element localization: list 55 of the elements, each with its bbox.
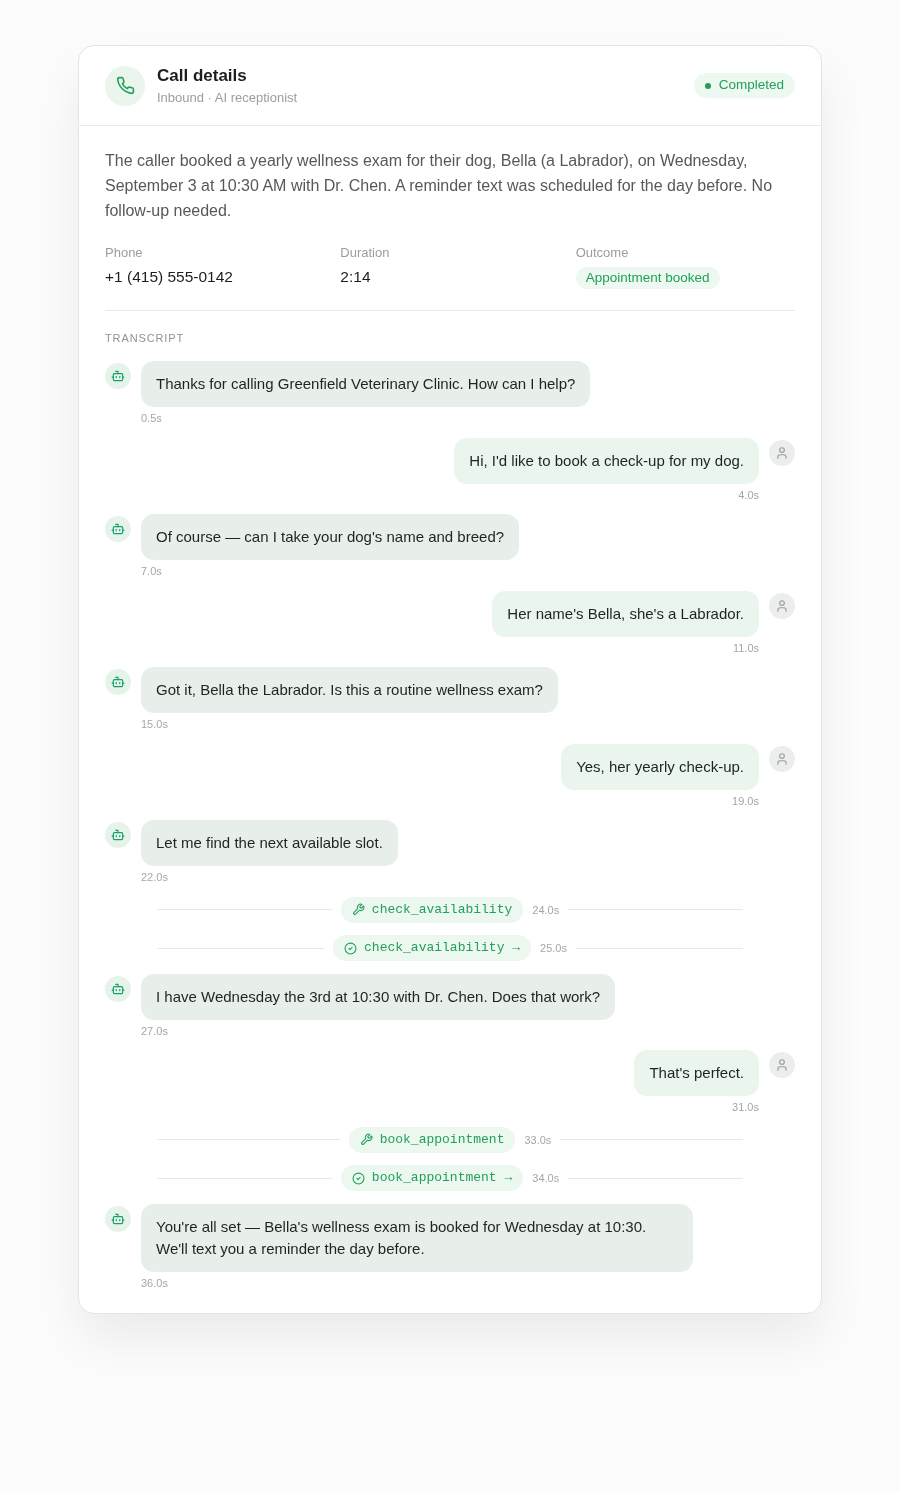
- agent-message: Thanks for calling Greenfield Veterinary Clinic. How can I help?: [141, 361, 591, 407]
- detail-value: 2:14: [340, 267, 372, 287]
- tool-call-chip[interactable]: book_appointment: [348, 1126, 516, 1153]
- tool-result-chip[interactable]: book_appointment →: [340, 1165, 524, 1191]
- tool-time: 24.0s: [532, 902, 560, 917]
- person-icon: [769, 1052, 795, 1078]
- person-icon: [769, 592, 795, 619]
- message-time: 15.0s: [141, 717, 168, 731]
- wrench-icon: [351, 903, 365, 916]
- call-subtitle: Inbound · AI receptionist: [157, 88, 299, 107]
- message-time: 19.0s: [732, 793, 759, 808]
- tool-call-chip[interactable]: check_availability: [340, 896, 524, 923]
- detail-label: Duration: [340, 244, 391, 262]
- tool-result-chip[interactable]: check_availability →: [333, 935, 532, 961]
- caller-message: Her name's Bella, she's a Labrador.: [492, 590, 759, 637]
- detail-label: Outcome: [575, 244, 630, 262]
- check-circle-icon: [351, 1171, 365, 1185]
- message-time: 7.0s: [141, 564, 162, 578]
- robot-icon: [105, 669, 131, 695]
- caller-message: Hi, I'd like to book a check-up for my dog.: [454, 437, 759, 484]
- tool-time: 25.0s: [540, 941, 567, 955]
- robot-icon: [105, 516, 131, 542]
- agent-message: I have Wednesday the 3rd at 10:30 with Dr. Chen. Does that work?: [141, 973, 616, 1020]
- person-icon: [769, 439, 795, 466]
- detail-label: Phone: [105, 244, 144, 262]
- message-time: 31.0s: [732, 1100, 759, 1114]
- outcome-badge: Appointment booked: [575, 267, 720, 289]
- wrench-icon: [359, 1133, 373, 1146]
- robot-icon: [105, 1205, 131, 1232]
- detail-value: +1 (415) 555-0142: [105, 267, 234, 287]
- status-label: Completed: [718, 76, 784, 95]
- robot-icon: [105, 363, 131, 389]
- call-details-title: Call details: [157, 64, 248, 87]
- agent-message: Of course — can I take your dog's name and breed?: [141, 514, 520, 560]
- message-time: 4.0s: [738, 487, 759, 502]
- message-time: 36.0s: [141, 1275, 168, 1290]
- agent-message: Got it, Bella the Labrador. Is this a routine wellness exam?: [141, 667, 558, 713]
- message-time: 27.0s: [141, 1023, 168, 1038]
- message-time: 0.5s: [141, 411, 162, 425]
- agent-message: Let me find the next available slot.: [141, 820, 398, 866]
- transcript-heading: TRANSCRIPT: [105, 331, 186, 345]
- tool-time: 33.0s: [524, 1132, 552, 1147]
- message-time: 22.0s: [141, 870, 168, 884]
- caller-message: That's perfect.: [634, 1050, 759, 1096]
- message-time: 11.0s: [732, 640, 759, 655]
- call-summary: The caller booked a yearly wellness exam for their dog, Bella (a Labrador), on Wednesday, September 3 at 10:30 AM with Dr. Chen. A reminder text was scheduled for the day before. No follow-up needed.: [105, 151, 774, 221]
- caller-message: Yes, her yearly check-up.: [561, 743, 759, 790]
- phone-icon: [105, 65, 145, 106]
- status-dot-icon: [704, 82, 711, 89]
- robot-icon: [105, 822, 131, 848]
- tool-time: 34.0s: [532, 1171, 560, 1185]
- person-icon: [769, 745, 795, 772]
- check-circle-icon: [344, 941, 358, 955]
- agent-message: You're all set — Bella's wellness exam is booked for Wednesday at 10:30. We'll text you a reminder the day before.: [141, 1203, 693, 1272]
- robot-icon: [105, 975, 131, 1002]
